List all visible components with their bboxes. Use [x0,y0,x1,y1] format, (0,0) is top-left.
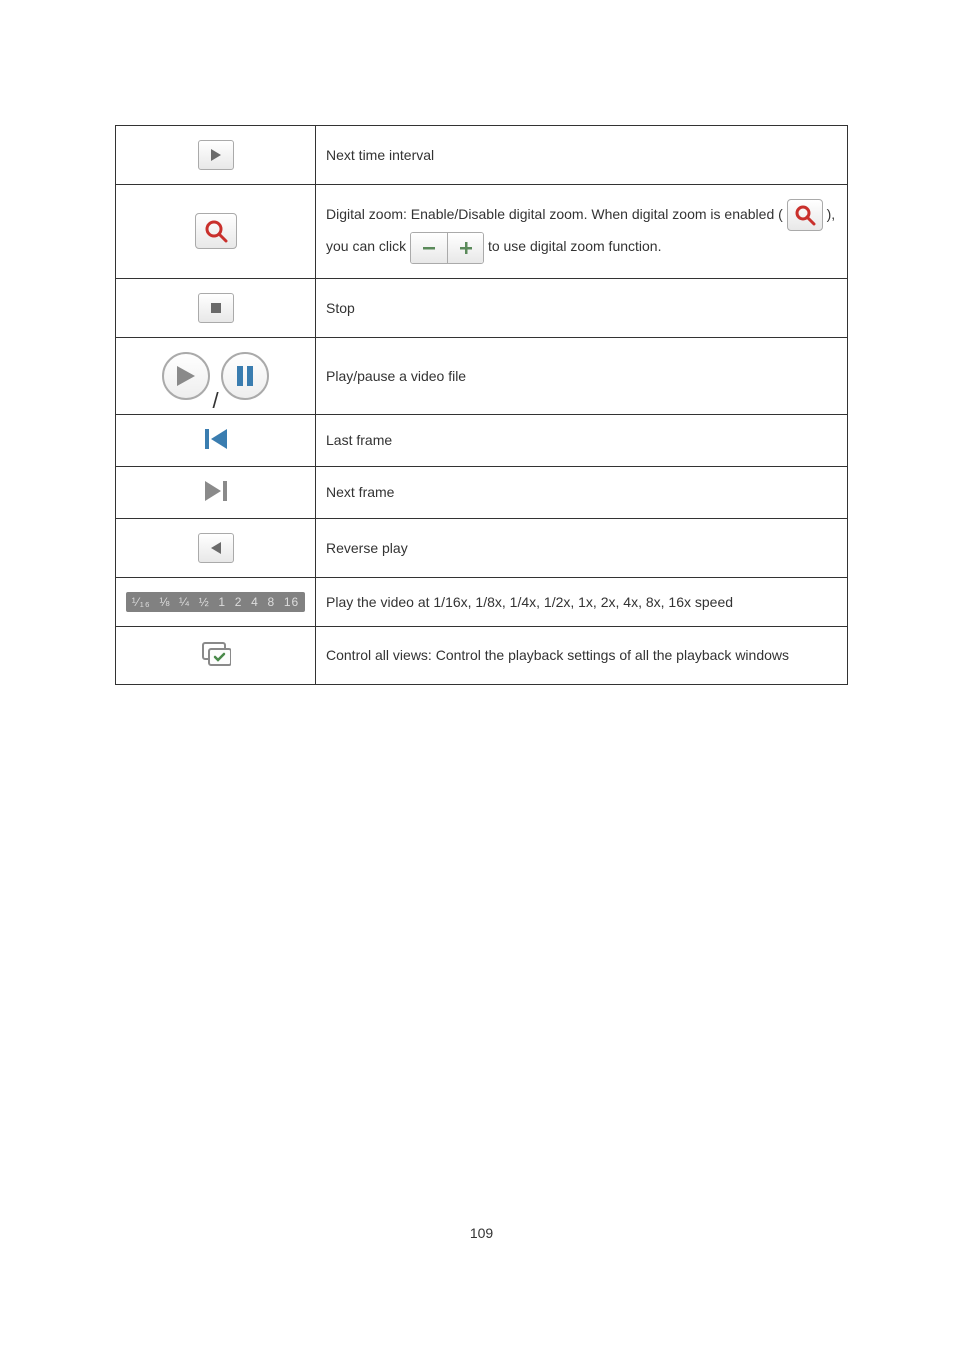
speed-2[interactable]: 2 [235,595,243,609]
reverse-play-button[interactable] [198,533,234,563]
speed-1[interactable]: 1 [218,595,226,609]
last-frame-desc: Last frame [316,414,848,466]
reverse-play-desc: Reverse play [316,518,848,577]
speed-1-2[interactable]: ½ [199,595,210,609]
next-interval-desc: Next time interval [316,126,848,185]
stop-icon [211,303,221,313]
zoom-enabled-icon-button [787,199,823,231]
play-pause-desc: Play/pause a video file [316,337,848,414]
digital-zoom-button[interactable] [195,213,237,249]
stop-button[interactable] [198,293,234,323]
previous-frame-icon [205,429,227,449]
next-interval-button[interactable] [198,140,234,170]
play-icon [177,366,195,386]
speed-1-16[interactable]: ¹⁄₁₆ [132,595,151,609]
zoom-out-button[interactable] [411,233,447,263]
speed-8[interactable]: 8 [267,595,275,609]
zoom-in-button[interactable] [447,233,483,263]
minus-icon [422,241,436,255]
controls-description-table: Next time interval Digital zoom: Enable/… [115,125,848,685]
pause-button[interactable] [221,352,269,400]
next-frame-icon [205,481,227,501]
zoom-in-out-group[interactable] [410,232,484,264]
speed-selector[interactable]: ¹⁄₁₆ ⅛ ¼ ½ 1 2 4 8 16 [126,592,305,612]
control-all-desc: Control all views: Control the playback … [316,626,848,684]
digital-zoom-text-pre: Digital zoom: Enable/Disable digital zoo… [326,206,783,222]
control-all-icon [201,641,231,667]
digital-zoom-desc: Digital zoom: Enable/Disable digital zoo… [316,185,848,279]
control-all-views-button[interactable] [201,641,231,667]
stop-desc: Stop [316,278,848,337]
play-button[interactable] [162,352,210,400]
speed-desc: Play the video at 1/16x, 1/8x, 1/4x, 1/2… [316,577,848,626]
speed-1-8[interactable]: ⅛ [159,595,170,609]
magnifier-icon [794,204,816,226]
next-frame-desc: Next frame [316,466,848,518]
speed-16[interactable]: 16 [284,595,299,609]
digital-zoom-text-post: to use digital zoom function. [488,238,662,254]
last-frame-button[interactable] [205,429,227,449]
play-icon [211,149,221,161]
magnifier-icon [204,219,228,243]
separator: / [212,390,218,412]
page-number: 109 [115,685,848,1241]
next-frame-button[interactable] [205,481,227,501]
speed-4[interactable]: 4 [251,595,259,609]
pause-icon [237,366,253,386]
plus-icon [459,241,473,255]
reverse-play-icon [211,542,221,554]
speed-1-4[interactable]: ¼ [179,595,190,609]
